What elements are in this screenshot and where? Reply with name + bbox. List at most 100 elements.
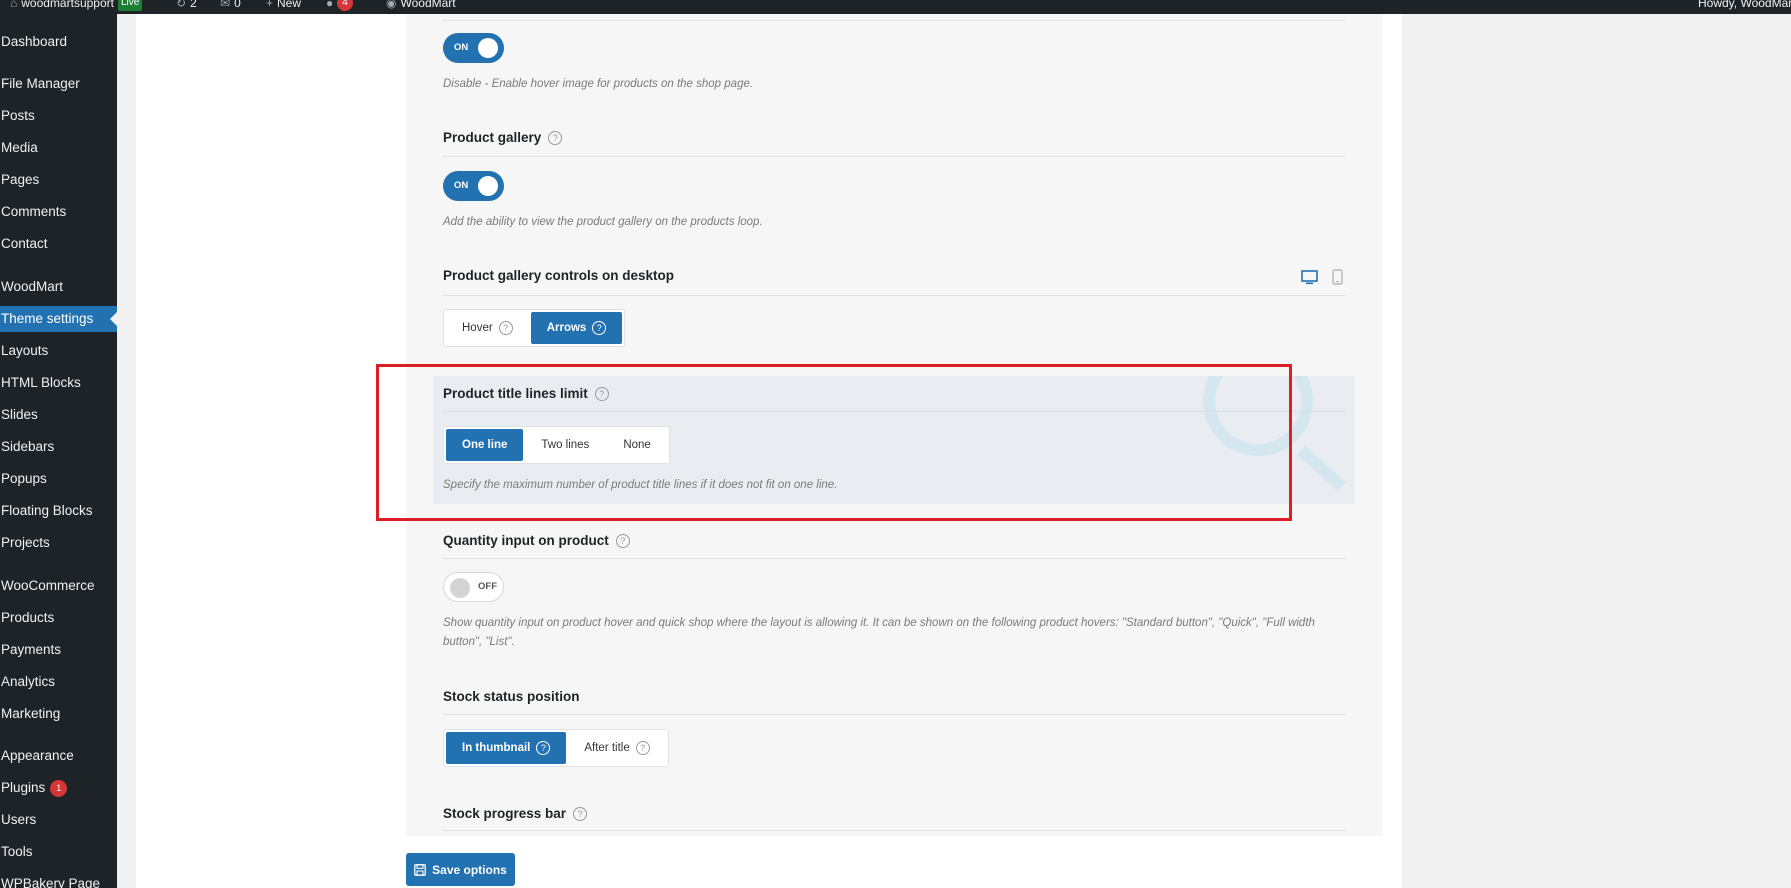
help-icon[interactable]: ? (498, 321, 513, 335)
stock-progress-title: Stock progress bar ? (443, 806, 588, 821)
desktop-icon[interactable] (1301, 269, 1318, 285)
quantity-input-title: Quantity input on product ? (443, 533, 630, 548)
sidebar-item-file-manager[interactable]: File Manager (0, 71, 117, 97)
sidebar-item-label: Floating Blocks (1, 503, 93, 518)
help-icon[interactable]: ? (592, 321, 607, 335)
admin-bar-new[interactable]: + New (266, 0, 301, 11)
sidebar-item-plugins[interactable]: Plugins 1 (0, 775, 117, 801)
toggle-knob (478, 176, 498, 196)
comments-count: 0 (234, 0, 241, 10)
sidebar-item-html-blocks[interactable]: HTML Blocks (0, 370, 117, 396)
notifications-count: 4 (337, 0, 353, 11)
option-hover[interactable]: Hover ? (446, 312, 529, 344)
sidebar-item-analytics[interactable]: Analytics (0, 669, 117, 695)
sidebar-item-label: Posts (1, 108, 35, 123)
sidebar-item-slides[interactable]: Slides (0, 402, 117, 428)
sidebar-item-marketing[interactable]: Marketing (0, 701, 117, 727)
sidebar-item-label: Sidebars (1, 439, 55, 454)
sidebar-item-label: Marketing (1, 706, 61, 721)
sidebar-item-media[interactable]: Media (0, 135, 117, 161)
setting-title: Stock progress bar (443, 806, 567, 821)
right-gutter (1402, 14, 1791, 888)
admin-bar-site[interactable]: ⌂ woodmartsupport Live (10, 0, 143, 11)
setting-title: Stock status position (443, 689, 580, 704)
admin-bar-theme[interactable]: ◉ WoodMart (386, 0, 456, 11)
sidebar-item-tools[interactable]: Tools (0, 839, 117, 865)
sidebar-item-label: HTML Blocks (1, 375, 81, 390)
toggle-label: OFF (478, 581, 497, 592)
toggle-label: ON (454, 180, 469, 191)
stock-status-title: Stock status position (443, 689, 580, 704)
admin-bar-comments[interactable]: ✉ 0 (220, 0, 241, 11)
sidebar-item-dashboard[interactable]: Dashboard (0, 29, 117, 55)
sidebar-item-label: Popups (1, 471, 47, 486)
sidebar-item-comments[interactable]: Comments (0, 199, 117, 225)
save-options-button[interactable]: Save options (406, 853, 515, 886)
sidebar-item-payments[interactable]: Payments (0, 637, 117, 663)
admin-bar-account[interactable]: Howdy, WoodMart (1698, 0, 1791, 11)
mobile-icon[interactable] (1332, 269, 1343, 285)
sidebar-item-contact[interactable]: Contact (0, 231, 117, 257)
option-after-title[interactable]: After title ? (568, 732, 665, 764)
home-icon: ⌂ (10, 0, 18, 10)
gallery-controls-title: Product gallery controls on desktop (443, 268, 674, 283)
setting-title: Product gallery (443, 130, 542, 145)
sidebar-item-popups[interactable]: Popups (0, 466, 117, 492)
quantity-input-description: Show quantity input on product hover and… (443, 617, 1315, 648)
gallery-controls-options: Hover ? Arrows ? (443, 309, 626, 347)
divider (443, 156, 1345, 157)
divider (443, 20, 1345, 21)
divider (443, 295, 1345, 296)
sidebar-item-appearance[interactable]: Appearance (0, 743, 117, 769)
sidebar-item-woocommerce[interactable]: WooCommerce (0, 573, 117, 599)
setting-title: Product gallery controls on desktop (443, 268, 675, 283)
sidebar-item-label: Tools (1, 844, 33, 859)
sidebar-item-floating-blocks[interactable]: Floating Blocks (0, 498, 117, 524)
option-in-thumbnail[interactable]: In thumbnail ? (446, 732, 567, 764)
option-label: Hover (462, 322, 493, 334)
sidebar-item-posts[interactable]: Posts (0, 103, 117, 129)
red-highlight-annotation (376, 364, 1292, 521)
sidebar-item-wpbakery[interactable]: WPBakery Page (0, 871, 117, 888)
product-gallery-toggle[interactable]: ON (443, 171, 504, 201)
toggle-knob (450, 578, 470, 598)
sidebar-item-label: Contact (1, 236, 48, 251)
sidebar-item-label: Comments (1, 204, 67, 219)
help-icon[interactable]: ? (635, 741, 650, 755)
admin-bar-notifications[interactable]: ● 4 (326, 0, 353, 11)
stock-status-options: In thumbnail ? After title ? (443, 729, 669, 767)
sidebar-item-label: Layouts (1, 343, 49, 358)
quantity-input-toggle[interactable]: OFF (443, 572, 504, 602)
sidebar-item-label: WoodMart (1, 279, 64, 294)
admin-bar-updates[interactable]: ↻ 2 (176, 0, 197, 11)
sidebar-item-label: Appearance (1, 748, 74, 763)
help-icon[interactable]: ? (573, 806, 588, 821)
toggle-knob (478, 38, 498, 58)
sidebar-item-pages[interactable]: Pages (0, 167, 117, 193)
sidebar-item-label: Slides (1, 407, 38, 422)
sidebar-item-label: Dashboard (1, 34, 68, 49)
updates-count: 2 (190, 0, 197, 10)
sidebar-item-products[interactable]: Products (0, 605, 117, 631)
sidebar-item-layouts[interactable]: Layouts (0, 338, 117, 364)
help-icon[interactable]: ? (536, 741, 551, 755)
sidebar-item-label: Users (1, 812, 37, 827)
hover-image-toggle[interactable]: ON (443, 33, 504, 63)
sidebar-item-users[interactable]: Users (0, 807, 117, 833)
toggle-label: ON (454, 42, 469, 53)
sidebar-item-label: Theme settings (1, 311, 94, 326)
sidebar-item-woodmart[interactable]: WoodMart (0, 274, 117, 300)
sidebar-item-label: WPBakery Page (1, 876, 101, 888)
sidebar-item-label: File Manager (1, 76, 80, 91)
sidebar-item-sidebars[interactable]: Sidebars (0, 434, 117, 460)
help-icon[interactable]: ? (615, 533, 630, 548)
sidebar-item-projects[interactable]: Projects (0, 530, 117, 556)
device-switcher (1301, 269, 1343, 285)
sidebar-item-label: Projects (1, 535, 50, 550)
help-icon[interactable]: ? (548, 130, 563, 145)
refresh-icon: ↻ (176, 0, 187, 10)
greeting: Howdy, WoodMart (1698, 0, 1791, 10)
option-arrows[interactable]: Arrows ? (530, 312, 623, 344)
sidebar-item-theme-settings[interactable]: Theme settings (0, 306, 117, 332)
setting-title: Quantity input on product (443, 533, 609, 548)
